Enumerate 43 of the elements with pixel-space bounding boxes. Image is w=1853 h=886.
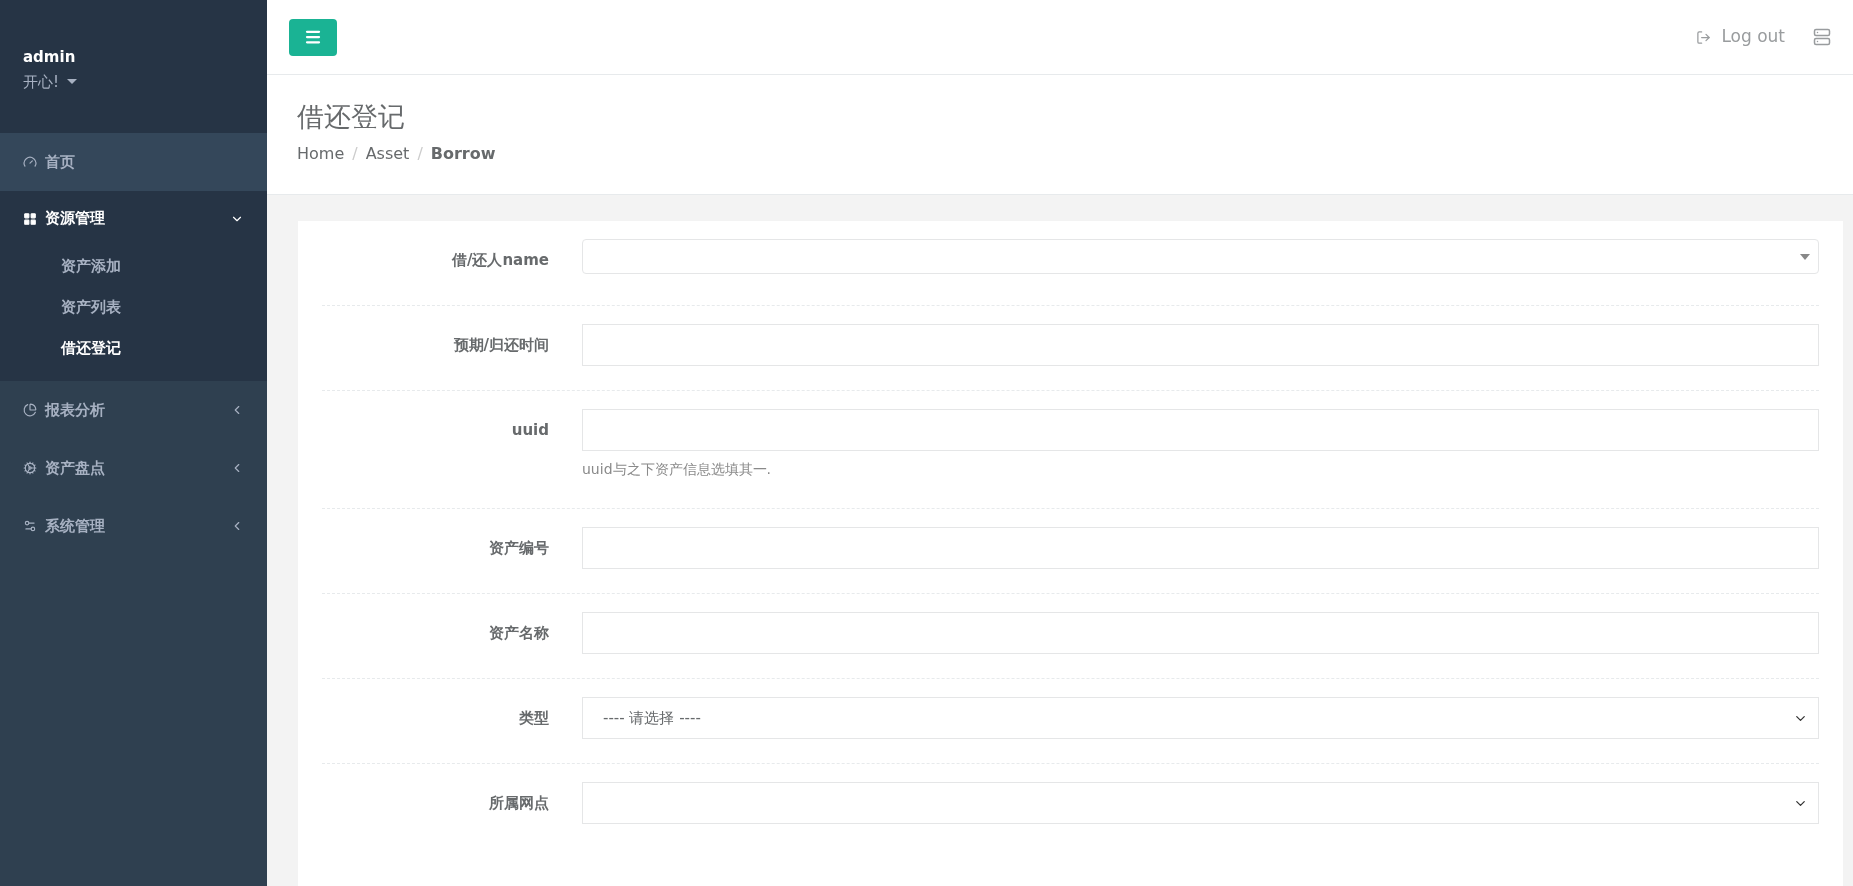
logout-icon bbox=[1696, 29, 1712, 45]
breadcrumb-link[interactable]: Asset bbox=[365, 141, 410, 166]
input-field[interactable] bbox=[582, 409, 1819, 451]
page-title: 借还登记 bbox=[297, 100, 406, 134]
caret-icon bbox=[67, 79, 77, 85]
breadcrumb-link[interactable]: Borrow bbox=[430, 141, 496, 166]
nav-item[interactable]: 首页 bbox=[0, 133, 267, 191]
submenu-item[interactable]: 资产列表 bbox=[0, 287, 267, 328]
input-field[interactable] bbox=[582, 527, 1819, 569]
menu-toggle-button[interactable] bbox=[289, 18, 337, 56]
menu-icon bbox=[304, 28, 322, 46]
field-label: uuid bbox=[510, 420, 550, 441]
grid-icon bbox=[23, 211, 37, 226]
server-icon-button[interactable] bbox=[1813, 28, 1831, 46]
input-field[interactable] bbox=[582, 612, 1819, 654]
field-label: 资产名称 bbox=[488, 623, 550, 644]
user-status-dropdown[interactable]: 开心! bbox=[23, 70, 77, 93]
select-field[interactable] bbox=[582, 239, 1819, 274]
help-text: uuid与之下资产信息选填其一. bbox=[582, 460, 772, 479]
input-field[interactable] bbox=[582, 324, 1819, 366]
field-label: 借/还人name bbox=[450, 250, 550, 271]
breadcrumb-link[interactable]: Home bbox=[297, 141, 345, 166]
caret-icon bbox=[1800, 253, 1810, 260]
pie-chart-icon bbox=[23, 403, 37, 417]
field-label: 类型 bbox=[518, 708, 550, 729]
field-label: 所属网点 bbox=[488, 793, 550, 814]
select-field[interactable] bbox=[582, 782, 1819, 824]
select-field[interactable]: ---- 请选择 ---- bbox=[582, 697, 1819, 739]
breadcrumb-separator: / bbox=[352, 142, 358, 165]
field-label: 资产编号 bbox=[488, 538, 550, 559]
submenu-item[interactable]: 借还登记 bbox=[0, 328, 267, 369]
server-icon bbox=[1813, 28, 1831, 46]
gear-icon bbox=[23, 461, 37, 475]
gauge-icon bbox=[23, 155, 37, 169]
logout-link[interactable]: Log out bbox=[1696, 24, 1785, 50]
field-label: 预期/归还时间 bbox=[452, 335, 550, 356]
user-name: admin bbox=[23, 47, 77, 68]
breadcrumb-separator: / bbox=[417, 142, 423, 165]
nav-item[interactable]: 报表分析 bbox=[0, 381, 267, 439]
submenu-item[interactable]: 资产添加 bbox=[0, 246, 267, 287]
nav-item[interactable]: 资源管理 bbox=[0, 191, 267, 246]
nav-item[interactable]: 资产盘点 bbox=[0, 439, 267, 497]
nav-item[interactable]: 系统管理 bbox=[0, 497, 267, 555]
